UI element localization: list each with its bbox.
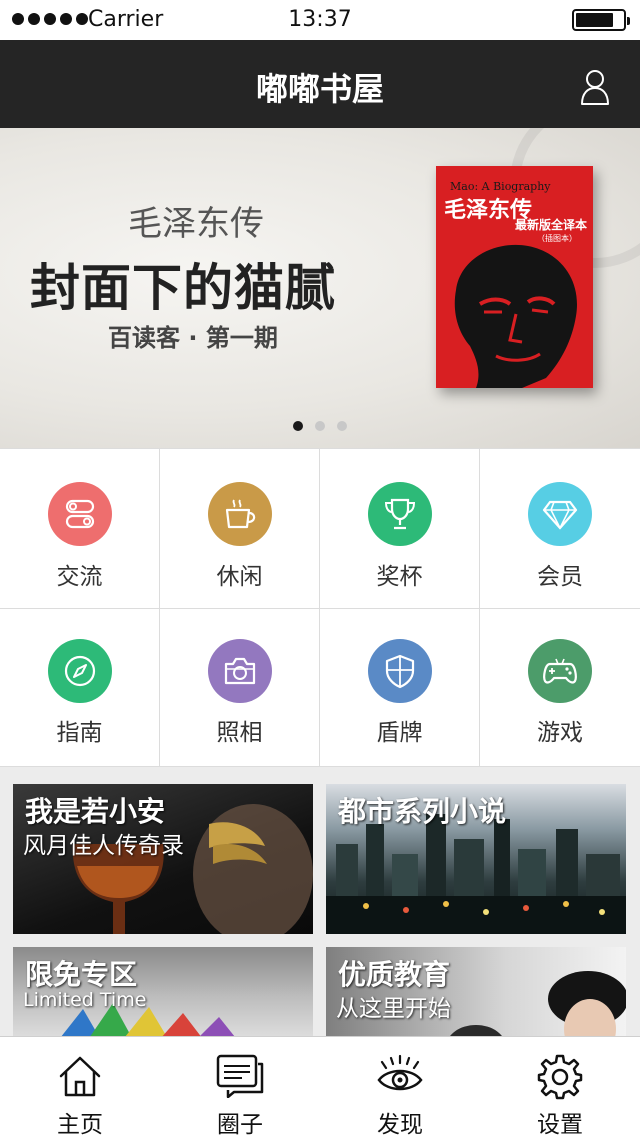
- banner-carousel[interactable]: 毛泽东传 封面下的猫腻 百读客 · 第一期 Mao: A Biography 毛…: [0, 128, 640, 448]
- menu-item-label: 会员: [537, 564, 583, 590]
- menu-item-label: 游戏: [537, 720, 583, 746]
- toggle-icon: [47, 482, 112, 546]
- tab-label: 设置: [537, 1112, 583, 1136]
- tab-home[interactable]: 主页: [0, 1037, 160, 1136]
- feature-grid: 交流 休闲 奖杯 会员指南 照相 盾牌 游戏: [0, 448, 640, 767]
- trophy-icon: [367, 482, 432, 546]
- eye-icon: [377, 1054, 423, 1091]
- menu-item-camera[interactable]: 照相: [160, 609, 320, 767]
- promo-tile[interactable]: 都市系列小说: [326, 784, 626, 934]
- promo-title: 限免专区: [25, 958, 138, 991]
- menu-item-label: 照相: [216, 720, 263, 746]
- book-edition: 最新版全译本: [514, 218, 587, 232]
- menu-item-label: 盾牌: [376, 720, 423, 746]
- user-icon[interactable]: [580, 69, 610, 105]
- banner-issue: 百读客 · 第一期: [108, 324, 278, 352]
- compass-icon: [47, 639, 112, 703]
- menu-item-label: 指南: [56, 720, 103, 746]
- promo-subtitle: 风月佳人传奇录: [23, 833, 184, 859]
- page-title: 嘟嘟书屋: [255, 70, 384, 108]
- book-cover: Mao: A Biography 毛泽东传 最新版全译本 （插图本）: [436, 166, 593, 388]
- coffee-icon: [207, 482, 272, 546]
- promo-title: 都市系列小说: [338, 795, 507, 828]
- tab-label: 发现: [377, 1112, 423, 1136]
- portrait-illustration: [454, 244, 577, 388]
- tab-settings[interactable]: 设置: [480, 1037, 640, 1136]
- gamepad-icon: [528, 639, 592, 703]
- tab-circle[interactable]: 圈子: [160, 1037, 320, 1136]
- menu-item-trophy[interactable]: 奖杯: [320, 449, 480, 609]
- promo-tile[interactable]: 优质教育 从这里开始: [326, 947, 626, 1047]
- carousel-dot[interactable]: [293, 421, 303, 431]
- promo-subtitle: 从这里开始: [336, 996, 451, 1022]
- menu-item-gamepad[interactable]: 游戏: [480, 609, 640, 767]
- gear-icon: [537, 1054, 583, 1100]
- menu-item-label: 交流: [56, 564, 103, 590]
- home-icon: [59, 1056, 101, 1097]
- promo-tile[interactable]: 我是若小安 风月佳人传奇录: [13, 784, 313, 934]
- carousel-dot[interactable]: [315, 421, 325, 431]
- banner-headline: 封面下的猫腻: [30, 259, 336, 317]
- status-time: 13:37: [288, 7, 352, 32]
- battery-icon: [572, 9, 630, 31]
- carousel-indicator[interactable]: [0, 421, 640, 431]
- tab-label: 圈子: [217, 1112, 263, 1136]
- status-bar: Carrier 13:37: [0, 0, 640, 40]
- menu-item-label: 休闲: [216, 564, 263, 590]
- menu-item-diamond[interactable]: 会员: [480, 449, 640, 609]
- menu-item-toggle[interactable]: 交流: [0, 449, 160, 609]
- diamond-icon: [528, 482, 592, 546]
- promo-tile[interactable]: 限免专区 Limited Time: [13, 947, 313, 1047]
- nav-bar: 嘟嘟书屋: [0, 40, 640, 128]
- tab-bar: 主页 圈子 发现 设置: [0, 1036, 640, 1136]
- promo-subtitle: Limited Time: [23, 989, 147, 1011]
- banner-subtitle: 毛泽东传: [128, 204, 264, 244]
- chat-icon: [216, 1054, 264, 1098]
- carousel-dot[interactable]: [337, 421, 347, 431]
- menu-item-compass[interactable]: 指南: [0, 609, 160, 767]
- promo-title: 优质教育: [338, 958, 451, 991]
- tab-discover[interactable]: 发现: [320, 1037, 480, 1136]
- camera-icon: [207, 639, 272, 703]
- menu-item-coffee[interactable]: 休闲: [160, 449, 320, 609]
- tab-label: 主页: [57, 1112, 103, 1136]
- promo-title: 我是若小安: [25, 795, 166, 828]
- shield-icon: [367, 639, 432, 703]
- menu-item-label: 奖杯: [376, 564, 423, 590]
- menu-item-shield[interactable]: 盾牌: [320, 609, 480, 767]
